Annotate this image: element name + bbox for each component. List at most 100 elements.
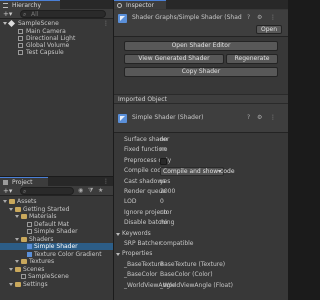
hierarchy-panel: Hierarchy +▾ ⌕ All SampleScene ⋮ Main Ca… bbox=[0, 0, 113, 176]
shader-asset-icon bbox=[27, 251, 32, 257]
project-tree-label: Getting Started bbox=[23, 205, 70, 213]
expand-arrow-icon[interactable] bbox=[15, 237, 19, 241]
expand-arrow-icon[interactable] bbox=[9, 207, 13, 211]
asset-icon bbox=[27, 221, 32, 227]
panel-menu-icon[interactable]: ⋮ bbox=[103, 177, 109, 186]
more-icon[interactable]: ⋮ bbox=[270, 114, 276, 122]
property-value: 2000 bbox=[160, 188, 176, 195]
scene-name: SampleScene bbox=[18, 20, 59, 27]
project-search-input[interactable]: ⌕ bbox=[20, 187, 74, 195]
regenerate-button[interactable]: Regenerate bbox=[226, 54, 278, 64]
copy-shader-button[interactable]: Copy Shader bbox=[124, 67, 278, 77]
hierarchy-tab-label: Hierarchy bbox=[12, 2, 42, 9]
property-row: Properties bbox=[114, 250, 288, 259]
project-tree-label: Settings bbox=[23, 280, 48, 288]
shader-icon bbox=[118, 14, 127, 23]
project-tree-item[interactable]: Scenes bbox=[0, 266, 113, 273]
project-tree-label: Simple Shader bbox=[34, 228, 78, 235]
property-value: yes bbox=[160, 177, 171, 185]
property-row: _BaseTexture BaseTexture (Texture) bbox=[114, 261, 288, 270]
view-generated-shader-button[interactable]: View Generated Shader bbox=[124, 54, 224, 64]
expand-arrow-icon[interactable] bbox=[15, 215, 19, 218]
compile-code-dropdown[interactable]: Compile and show code ▾ bbox=[160, 167, 235, 177]
add-icon[interactable]: +▾ bbox=[3, 187, 12, 195]
property-row: _BaseColor BaseColor (Color) bbox=[114, 271, 288, 280]
project-tree-item[interactable]: Simple Shader bbox=[0, 228, 113, 235]
more-icon[interactable]: ⋮ bbox=[270, 14, 276, 22]
settings-icon[interactable]: ⚙ bbox=[257, 14, 262, 22]
scene-menu-icon[interactable]: ⋮ bbox=[103, 20, 109, 27]
search-icon: ⌕ bbox=[23, 11, 27, 18]
folder-icon bbox=[15, 281, 21, 287]
inspector-tab-label: Inspector bbox=[126, 2, 154, 9]
hierarchy-item[interactable]: Test Capsule bbox=[0, 49, 113, 56]
project-tree-item[interactable]: Textures bbox=[0, 258, 113, 265]
shader-asset-icon bbox=[27, 244, 32, 249]
open-button[interactable]: Open bbox=[256, 25, 282, 34]
inspector-header: Shader Graphs/Simple Shader (Shader) ? ⚙… bbox=[114, 10, 288, 36]
property-row: _WorldViewAngle _WorldViewAngle (Float) bbox=[114, 282, 288, 291]
project-toolbar: +▾ ⌕ ◉ ⧩ ★ bbox=[0, 186, 113, 196]
expand-arrow-icon[interactable] bbox=[15, 260, 19, 263]
project-tree-item[interactable]: Texture Color Gradient bbox=[0, 251, 113, 258]
project-tree-item[interactable]: SampleScene bbox=[0, 273, 113, 280]
hierarchy-item[interactable]: Global Volume bbox=[0, 42, 113, 49]
unity-scene-icon bbox=[7, 19, 16, 28]
chevron-down-icon: ▾ bbox=[217, 168, 221, 176]
project-tree-label: SampleScene bbox=[28, 273, 69, 280]
folder-icon bbox=[9, 199, 15, 204]
project-tree-label: Shaders bbox=[29, 235, 54, 243]
help-icon[interactable]: ? bbox=[247, 114, 250, 122]
tab-hierarchy[interactable]: Hierarchy bbox=[0, 0, 60, 9]
gameobject-icon bbox=[18, 43, 23, 48]
expand-arrow-icon[interactable] bbox=[9, 282, 13, 286]
expand-arrow-icon[interactable] bbox=[116, 232, 120, 236]
filter-icon[interactable]: ⧩ bbox=[88, 187, 93, 195]
expand-arrow-icon[interactable] bbox=[116, 253, 120, 257]
property-label: Compile code bbox=[124, 167, 165, 175]
project-tree-item[interactable]: Materials bbox=[0, 213, 113, 220]
settings-icon[interactable]: ⚙ bbox=[257, 114, 262, 122]
hierarchy-search-input[interactable]: ⌕ All bbox=[20, 10, 106, 18]
star-icon[interactable]: ★ bbox=[98, 187, 103, 195]
property-label[interactable]: Keywords bbox=[122, 230, 151, 238]
shader-properties: Surface shader no Fixed function no Preproce… bbox=[114, 136, 288, 300]
project-tree-item[interactable]: Shaders bbox=[0, 236, 113, 243]
property-row: SRP Batcher compatible bbox=[114, 240, 288, 249]
hierarchy-item[interactable]: Main Camera bbox=[0, 28, 113, 35]
property-value: compatible bbox=[160, 240, 194, 247]
hierarchy-search-value: All bbox=[31, 11, 39, 18]
tab-inspector[interactable]: Inspector bbox=[114, 0, 166, 9]
folder-icon bbox=[21, 214, 27, 219]
project-tree-item[interactable]: Default Mat bbox=[0, 221, 113, 228]
expand-arrow-icon[interactable] bbox=[3, 200, 7, 203]
hierarchy-item-label: Test Capsule bbox=[26, 49, 64, 56]
empty-area bbox=[114, 80, 288, 94]
inspector-panel: Inspector Shader Graphs/Simple Shader (S… bbox=[114, 0, 288, 300]
folder-icon bbox=[21, 236, 27, 242]
property-value: no bbox=[160, 136, 168, 143]
add-icon[interactable]: +▾ bbox=[3, 10, 12, 18]
property-row: Preprocess only bbox=[114, 157, 288, 166]
property-row: Compile code Compile and show code ▾ bbox=[114, 167, 288, 177]
project-tree-item[interactable]: Getting Started bbox=[0, 206, 113, 213]
scene-row[interactable]: SampleScene ⋮ bbox=[0, 19, 113, 28]
inspector-tabbar: Inspector bbox=[114, 0, 288, 9]
help-icon[interactable]: ? bbox=[247, 14, 250, 22]
gameobject-icon bbox=[18, 36, 23, 41]
tab-project[interactable]: Project bbox=[0, 177, 48, 186]
open-shader-editor-button[interactable]: Open Shader Editor bbox=[124, 41, 278, 51]
property-label[interactable]: Properties bbox=[122, 250, 152, 258]
folder-icon bbox=[3, 180, 8, 185]
project-tree-label: Texture Color Gradient bbox=[34, 250, 102, 258]
hierarchy-item[interactable]: Directional Light bbox=[0, 35, 113, 42]
hierarchy-tabbar: Hierarchy bbox=[0, 0, 113, 9]
project-tree-item[interactable]: Assets bbox=[0, 198, 113, 205]
project-tree-item[interactable]: Settings bbox=[0, 281, 113, 288]
eye-icon[interactable]: ◉ bbox=[78, 187, 83, 195]
property-label: LOD bbox=[124, 198, 137, 206]
project-tree-item[interactable]: Simple Shader bbox=[0, 243, 113, 250]
preprocess-only-checkbox[interactable] bbox=[160, 157, 167, 165]
expand-arrow-icon[interactable] bbox=[9, 267, 13, 271]
project-panel: Project ⋮ +▾ ⌕ ◉ ⧩ ★ Assets Getting Start… bbox=[0, 177, 113, 300]
